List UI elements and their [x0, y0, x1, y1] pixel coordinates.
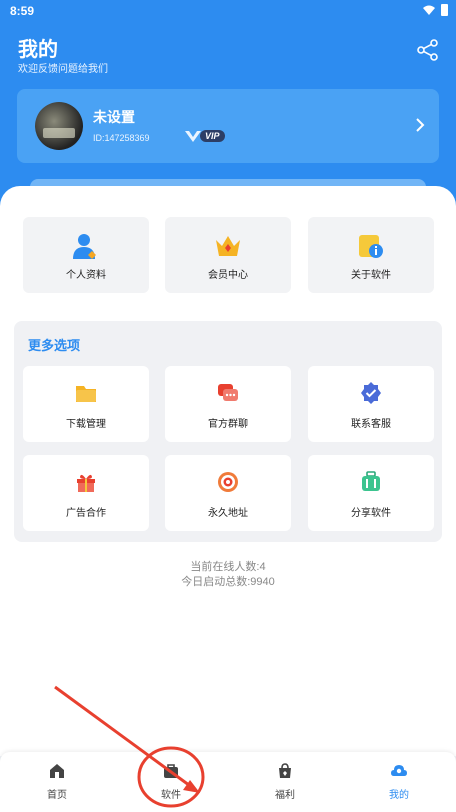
- tab-label: 福利: [275, 790, 295, 801]
- quick-action-label: 关于软件: [351, 270, 391, 281]
- chat-icon: [218, 384, 238, 401]
- shopping-bag-icon: [279, 763, 291, 778]
- tab-label: 首页: [47, 790, 67, 801]
- page-subtitle: 欢迎反馈问题给我们: [18, 64, 108, 75]
- option-label: 广告合作: [66, 508, 106, 519]
- badge-check-icon: [361, 382, 381, 404]
- tab-mine[interactable]: 我的: [359, 762, 439, 801]
- battery-icon: [441, 4, 448, 16]
- crown-icon: [216, 236, 240, 256]
- tab-benefits[interactable]: 福利: [245, 762, 325, 801]
- wifi-icon: [423, 5, 435, 15]
- user-card[interactable]: 未设置 ID:147258369 VIP: [17, 89, 439, 163]
- option-label: 下载管理: [66, 419, 106, 430]
- more-options-panel: 更多选项 下载管理 官方群聊 联系客服 广告合作 永久地址 分享软件: [14, 321, 442, 542]
- bottom-tab-bar: 首页 软件 福利 我的: [0, 752, 456, 812]
- vip-label: VIP: [200, 130, 225, 142]
- apps-bag-icon: [164, 764, 178, 778]
- home-icon: [50, 764, 64, 778]
- option-official-group[interactable]: 官方群聊: [165, 366, 291, 442]
- option-contact-support[interactable]: 联系客服: [308, 366, 434, 442]
- tab-home[interactable]: 首页: [17, 762, 97, 801]
- page-title: 我的: [18, 39, 58, 61]
- user-profile-icon: [73, 234, 96, 259]
- tab-software[interactable]: 软件: [131, 762, 211, 801]
- quick-action-about[interactable]: 关于软件: [308, 217, 434, 293]
- content-sheet: 个人资料 会员中心 关于软件 更多选项 下载管理 官方群聊 联系客服 广告合作 …: [0, 186, 456, 756]
- avatar[interactable]: [35, 102, 83, 150]
- tab-label: 我的: [389, 790, 409, 801]
- usage-stats: 当前在线人数:4 今日启动总数:9940: [0, 560, 456, 590]
- more-options-title: 更多选项: [28, 338, 81, 353]
- user-id: ID:147258369: [93, 133, 150, 143]
- option-permanent-address[interactable]: 永久地址: [165, 455, 291, 531]
- share-icon[interactable]: [417, 39, 439, 61]
- quick-action-label: 会员中心: [208, 270, 248, 281]
- status-icons: [423, 4, 448, 16]
- online-count: 当前在线人数:4: [190, 561, 266, 573]
- target-icon: [218, 472, 238, 492]
- quick-action-label: 个人资料: [66, 270, 106, 281]
- option-label: 永久地址: [208, 508, 248, 519]
- vip-badge: VIP: [184, 127, 225, 145]
- option-share-software[interactable]: 分享软件: [308, 455, 434, 531]
- profile-cloud-icon: [391, 765, 407, 776]
- launch-count: 今日启动总数:9940: [181, 576, 275, 588]
- suitcase-icon: [362, 471, 380, 491]
- info-folder-icon: [359, 235, 383, 258]
- quick-action-membership[interactable]: 会员中心: [165, 217, 291, 293]
- chevron-right-icon[interactable]: [415, 118, 425, 132]
- tab-label: 软件: [161, 790, 181, 801]
- option-label: 联系客服: [351, 419, 391, 430]
- status-time: 8:59: [10, 4, 35, 18]
- folder-icon: [76, 386, 96, 402]
- quick-action-profile[interactable]: 个人资料: [23, 217, 149, 293]
- status-bar: 8:59: [0, 0, 456, 22]
- option-ad-cooperation[interactable]: 广告合作: [23, 455, 149, 531]
- option-label: 分享软件: [351, 508, 391, 519]
- user-name: 未设置: [93, 109, 135, 125]
- gift-icon: [77, 474, 95, 492]
- option-label: 官方群聊: [208, 419, 248, 430]
- option-download-manager[interactable]: 下载管理: [23, 366, 149, 442]
